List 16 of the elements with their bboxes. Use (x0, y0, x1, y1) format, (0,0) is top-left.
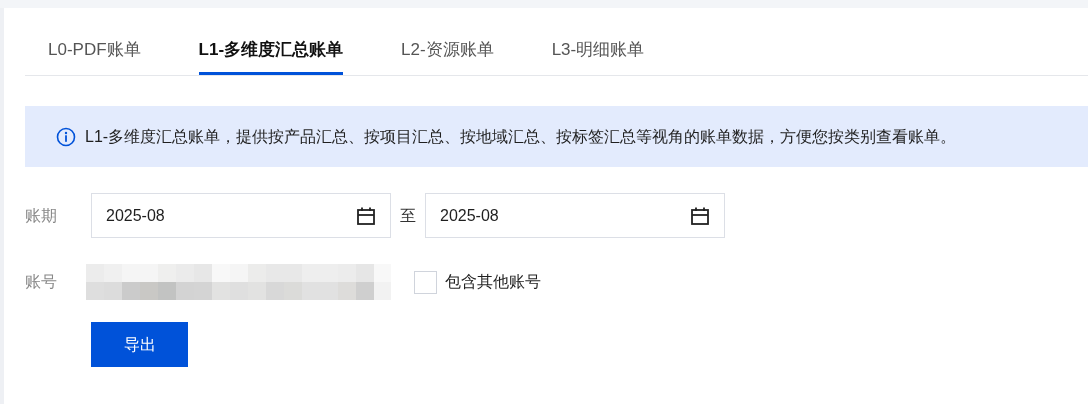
tab[interactable]: L1-多维度汇总账单 (198, 36, 344, 75)
calendar-icon (356, 205, 376, 226)
checkbox-label: 包含其他账号 (445, 272, 541, 292)
info-icon (56, 126, 76, 147)
checkbox[interactable] (414, 270, 437, 294)
tab[interactable]: L3-明细账单 (551, 36, 645, 75)
export-button[interactable]: 导出 (91, 322, 188, 367)
tab[interactable]: L0-PDF账单 (48, 36, 141, 75)
notice-text: L1-多维度汇总账单，提供按产品汇总、按项目汇总、按地域汇总、按标签汇总等视角的账单数据，方便您按类别查看账单。 (85, 126, 957, 147)
account-label: 账号 (25, 272, 58, 292)
start-month-field[interactable]: 2025-08 (91, 193, 391, 238)
period-label: 账期 (25, 205, 58, 226)
end-month-field[interactable]: 2025-08 (425, 193, 725, 238)
calendar-icon (690, 205, 710, 226)
tab[interactable]: L2-资源账单 (401, 36, 494, 75)
range-separator: 至 (399, 205, 417, 226)
